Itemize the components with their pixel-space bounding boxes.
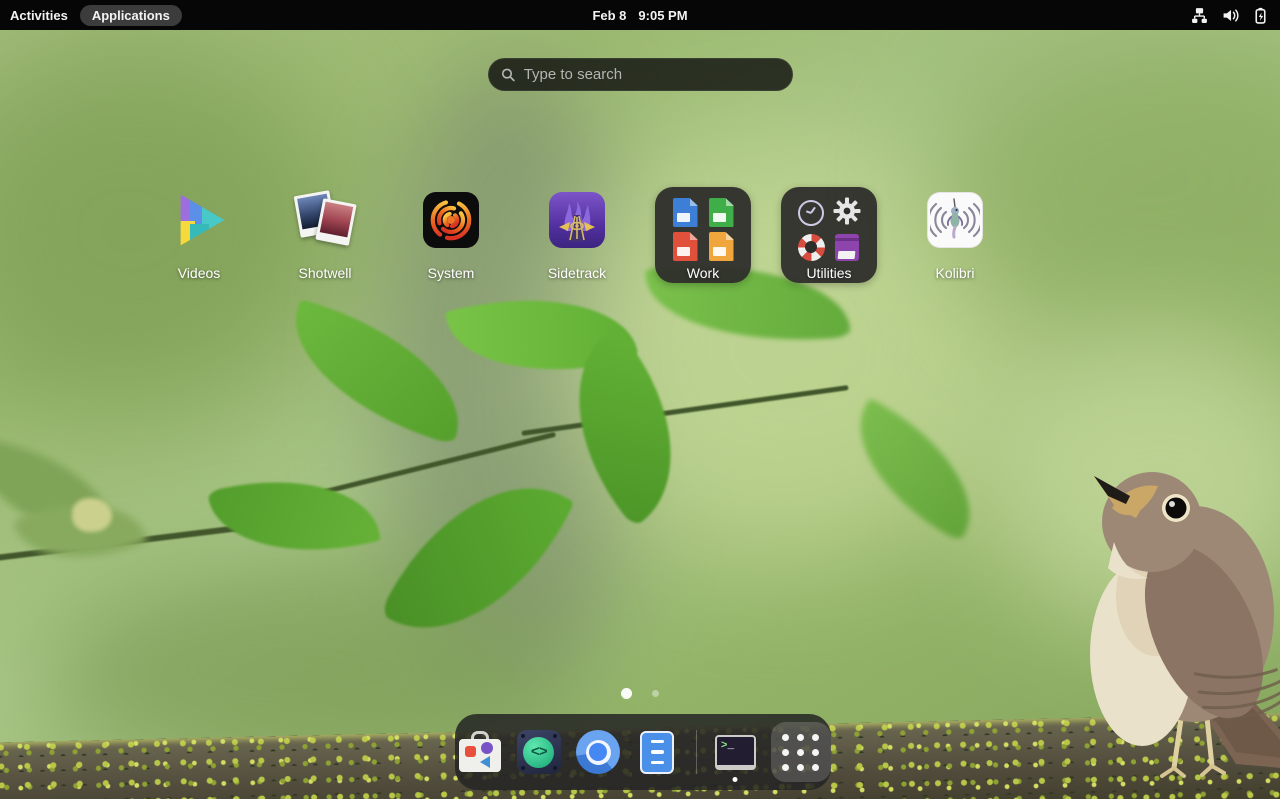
bird [1086, 446, 1280, 798]
top-bar: Activities Applications Feb 8 9:05 PM [0, 0, 1280, 30]
dock-item-chromium[interactable] [573, 721, 622, 783]
desktop-wallpaper [0, 0, 1280, 799]
app-kolibri[interactable]: Kolibri [907, 187, 1003, 283]
search-input[interactable] [524, 66, 780, 83]
libreoffice-calc-icon [709, 198, 734, 227]
folder-utilities-preview [797, 198, 861, 262]
files-icon [640, 731, 674, 774]
network-wired-icon [1191, 7, 1208, 24]
folder-work-preview [671, 198, 735, 262]
dock-item-software[interactable] [455, 721, 504, 783]
activities-button[interactable]: Activities [10, 8, 68, 23]
dock-item-hack[interactable]: <> [514, 721, 563, 783]
app-sidetrack[interactable]: Sidetrack [529, 187, 625, 283]
battery-charging-icon [1253, 7, 1268, 24]
app-grid: Videos Shotwell [151, 187, 1003, 283]
folder-utilities[interactable]: Utilities [781, 187, 877, 283]
leaf-bud [72, 498, 112, 532]
applications-button[interactable]: Applications [80, 5, 182, 26]
search-icon [501, 67, 516, 83]
folder-work[interactable]: Work [655, 187, 751, 283]
app-label: Sidetrack [548, 265, 606, 281]
search-bar[interactable] [488, 58, 793, 91]
libreoffice-writer-icon [673, 198, 698, 227]
page-indicator [0, 688, 1280, 699]
page-dot-active[interactable] [621, 688, 632, 699]
clock-time: 9:05 PM [638, 8, 687, 23]
folder-label: Utilities [806, 265, 851, 281]
clock-icon [798, 200, 824, 226]
libreoffice-impress-icon [673, 232, 698, 261]
dock-item-show-apps[interactable] [770, 721, 831, 783]
help-lifebuoy-icon [798, 234, 825, 261]
running-indicator-dot [733, 777, 738, 782]
app-label: Videos [178, 265, 221, 281]
volume-icon [1222, 7, 1239, 24]
page-dot[interactable] [652, 690, 659, 697]
clock-date: Feb 8 [592, 8, 626, 23]
shotwell-icon [293, 189, 357, 251]
archive-icon [835, 234, 859, 261]
system-icon [419, 189, 483, 251]
sidetrack-icon [545, 189, 609, 251]
clock-button[interactable]: Feb 8 9:05 PM [592, 8, 687, 23]
settings-gear-icon [833, 197, 861, 230]
app-label: System [428, 265, 475, 281]
kolibri-icon [923, 189, 987, 251]
dock: <> >_ [455, 714, 831, 790]
app-label: Shotwell [299, 265, 352, 281]
dock-separator [696, 730, 697, 774]
terminal-icon: >_ [715, 735, 756, 770]
system-status-area[interactable] [1191, 7, 1280, 24]
hack-icon: <> [517, 730, 561, 774]
app-label: Kolibri [936, 265, 975, 281]
app-shotwell[interactable]: Shotwell [277, 187, 373, 283]
videos-icon [167, 189, 231, 251]
chromium-icon [576, 730, 620, 774]
app-videos[interactable]: Videos [151, 187, 247, 283]
dock-item-files[interactable] [633, 721, 682, 783]
app-system[interactable]: System [403, 187, 499, 283]
show-apps-grid-icon [771, 722, 831, 782]
software-icon [459, 731, 501, 773]
dock-item-terminal[interactable]: >_ [711, 721, 760, 783]
libreoffice-draw-icon [709, 232, 734, 261]
leaf [207, 458, 381, 573]
folder-label: Work [687, 265, 719, 281]
